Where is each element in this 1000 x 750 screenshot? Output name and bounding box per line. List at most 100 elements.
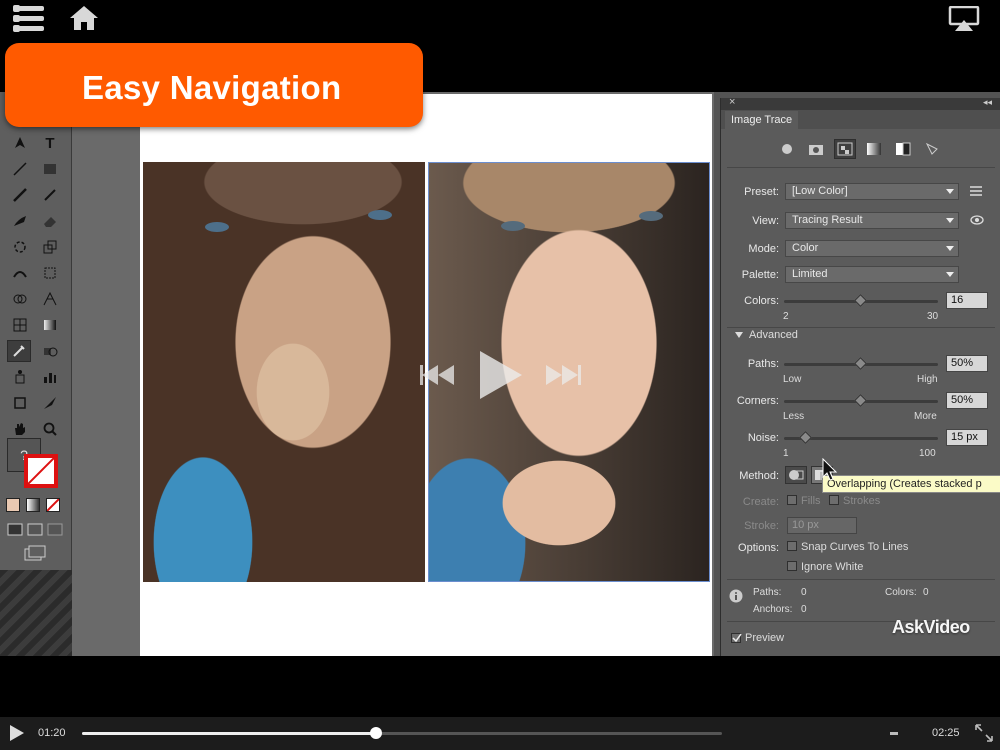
stroke-label: Stroke: [744,520,779,532]
airplay-icon[interactable] [948,5,980,32]
menu-icon[interactable] [13,5,48,32]
traced-photo[interactable] [143,162,425,582]
shape-builder-tool-icon[interactable] [8,288,32,310]
total-time: 02:25 [932,727,960,739]
type-tool-icon[interactable]: T [38,132,62,154]
preset-label: Preset: [744,186,779,198]
method-label: Method: [739,470,779,482]
blob-brush-tool-icon[interactable] [8,210,32,232]
colors-slider-knob[interactable] [854,294,867,307]
mode-dropdown[interactable]: Color [785,240,959,257]
pen-tool-icon[interactable] [8,132,32,154]
info-icon [729,589,743,606]
image-trace-panel: × ◂◂ Image Trace Preset: [Low Color] Vie… [720,96,1000,656]
preview-checkbox[interactable] [731,633,742,643]
fullscreen-icon[interactable] [975,724,993,742]
paths-label: Paths: [747,358,779,370]
image-trace-tab[interactable]: Image Trace [725,111,799,129]
colors-min: 2 [783,311,789,322]
ignore-white-checkbox[interactable] [787,561,797,571]
rotate-tool-icon[interactable] [8,236,32,258]
divider [727,579,995,580]
artboard-tool-icon[interactable] [8,392,32,414]
black-and-white-icon[interactable] [892,139,914,159]
corners-slider[interactable] [784,394,938,407]
advanced-label[interactable]: Advanced [749,329,798,341]
corners-input[interactable]: 50% [946,392,988,409]
snap-curves-checkbox[interactable] [787,541,797,551]
noise-input[interactable]: 15 px [946,429,988,446]
scale-tool-icon[interactable] [38,236,62,258]
info-colors-label: Colors: [885,587,917,598]
paths-slider-knob[interactable] [854,357,867,370]
view-dropdown[interactable]: Tracing Result [785,212,959,229]
colors-slider[interactable] [784,294,938,307]
noise-slider-knob[interactable] [798,431,812,444]
progress-track[interactable] [82,727,722,739]
drawing-modes-icon[interactable] [6,522,64,536]
paths-max: High [917,374,938,385]
stroke-input[interactable]: 10 px [787,517,857,534]
advanced-toggle-icon[interactable] [734,330,744,342]
rectangle-tool-icon[interactable] [38,158,62,180]
eraser-tool-icon[interactable] [38,210,62,232]
gradient-mode-icon[interactable] [26,498,40,512]
preset-dropdown[interactable]: [Low Color] [785,183,959,200]
colors-input[interactable]: 16 [946,292,988,309]
original-photo-eye [501,221,525,231]
eye-icon[interactable] [970,215,984,228]
progress-thumb[interactable] [370,727,383,739]
blend-tool-icon[interactable] [38,340,62,362]
chevron-down-icon [946,272,954,277]
auto-color-icon[interactable] [776,139,798,159]
mesh-tool-icon[interactable] [8,314,32,336]
close-panel-icon[interactable]: × [729,96,735,108]
preset-manager-icon[interactable] [969,185,983,200]
high-color-icon[interactable] [805,139,827,159]
fast-forward-icon[interactable] [544,363,582,387]
abutting-method-button[interactable] [785,466,807,484]
palette-dropdown[interactable]: Limited [785,266,959,283]
strokes-checkbox[interactable] [829,495,839,505]
screen-mode-icon[interactable] [22,544,48,562]
outline-icon[interactable] [921,139,943,159]
pencil-tool-icon[interactable] [38,184,62,206]
fills-checkbox[interactable] [787,495,797,505]
corners-slider-knob[interactable] [854,394,867,407]
line-tool-icon[interactable] [8,158,32,180]
grayscale-icon[interactable] [863,139,885,159]
none-mode-icon[interactable] [46,498,60,512]
free-transform-tool-icon[interactable] [38,262,62,284]
zoom-tool-icon[interactable] [38,418,62,440]
player-bar: 01:20 02:25 [0,717,1000,750]
noise-min: 1 [783,448,789,459]
paintbrush-tool-icon[interactable] [8,184,32,206]
play-icon[interactable] [478,349,524,401]
noise-slider[interactable] [784,431,938,444]
stroke-color-swatch[interactable] [24,454,58,488]
hand-tool-icon[interactable] [8,418,32,440]
noise-max: 100 [919,448,936,459]
paths-slider[interactable] [784,357,938,370]
mode-value: Color [792,242,819,254]
panel-header: × ◂◂ [721,96,1000,110]
slice-tool-icon[interactable] [38,392,62,414]
eyedropper-tool-icon[interactable] [7,340,31,362]
symbol-sprayer-tool-icon[interactable] [8,366,32,388]
column-graph-tool-icon[interactable] [38,366,62,388]
home-icon[interactable] [68,4,100,32]
toast-text: Easy Navigation [82,69,342,106]
corners-max: More [914,411,937,422]
warp-tool-icon[interactable] [8,262,32,284]
color-mode-icon[interactable] [6,498,20,512]
low-color-icon[interactable] [834,139,856,159]
info-paths-label: Paths: [753,587,782,598]
paths-input[interactable]: 50% [946,355,988,372]
play-icon[interactable] [8,724,26,742]
collapse-panel-icon[interactable]: ◂◂ [983,97,992,108]
gradient-tool-icon[interactable] [38,314,62,336]
palette-value: Limited [792,268,828,280]
corners-label: Corners: [736,395,779,407]
perspective-grid-tool-icon[interactable] [38,288,62,310]
rewind-icon[interactable] [420,363,458,387]
